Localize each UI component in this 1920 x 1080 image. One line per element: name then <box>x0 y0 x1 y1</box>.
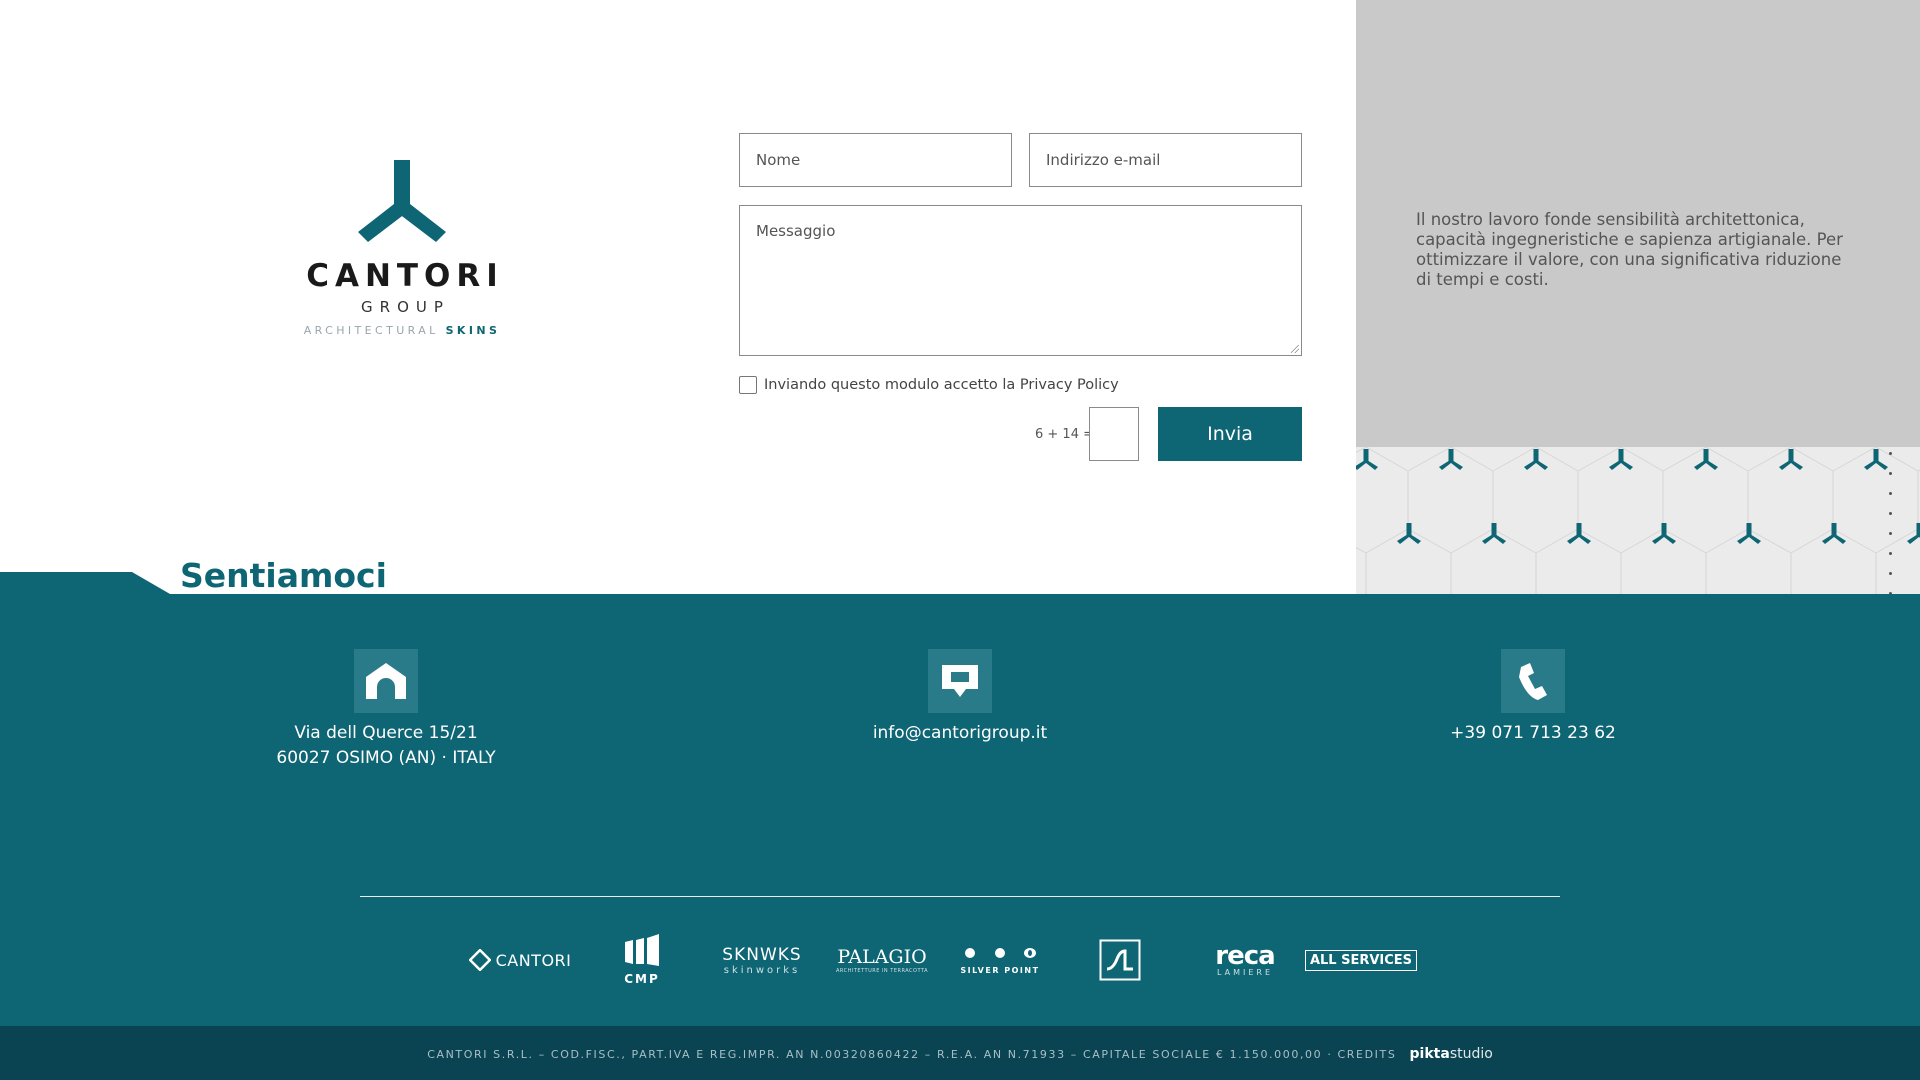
cmp-mark-icon <box>625 934 659 966</box>
message-textarea[interactable]: Messaggio <box>739 205 1302 356</box>
nav-dot[interactable] <box>1888 492 1892 495</box>
legal-bar: CANTORI S.R.L. – COD.FISC., PART.IVA E R… <box>0 1026 1920 1080</box>
silverpoint-dots-icon <box>965 947 1036 958</box>
credits-rest: studio <box>1449 1046 1493 1062</box>
brand-cantori[interactable]: CANTORI <box>460 928 580 992</box>
cantori-logo[interactable]: CANTORI GROUP ARCHITECTURAL SKINS <box>296 160 508 337</box>
phone-link[interactable]: +39 071 713 23 62 <box>1383 721 1683 746</box>
nav-dot[interactable] <box>1888 572 1892 575</box>
brand-cmp[interactable]: CMP <box>612 928 672 992</box>
home-icon <box>354 649 418 713</box>
privacy-consent: Inviando questo modulo accetto la Privac… <box>739 376 1119 394</box>
intro-text: Il nostro lavoro fonde sensibilità archi… <box>1416 210 1843 289</box>
decorative-pattern <box>1356 447 1920 594</box>
email-block: info@cantorigroup.it <box>810 649 1110 746</box>
nav-dot[interactable] <box>1888 532 1892 535</box>
heading-tab-shape <box>0 572 170 596</box>
brand-alusteel[interactable] <box>1098 928 1142 992</box>
nav-dot[interactable] <box>1888 552 1892 555</box>
privacy-checkbox[interactable] <box>739 376 757 394</box>
phone-block: +39 071 713 23 62 <box>1383 649 1683 746</box>
brand-cantori-label: CANTORI <box>495 950 572 970</box>
captcha-input[interactable] <box>1089 407 1139 461</box>
cantori-mark-icon <box>358 160 446 242</box>
name-input[interactable]: Nome <box>739 133 1012 187</box>
address-line-2: 60027 OSIMO (AN) · ITALY <box>276 748 496 768</box>
phone-icon <box>1501 649 1565 713</box>
nav-dot[interactable] <box>1888 452 1892 455</box>
pattern-line <box>1356 546 1367 554</box>
captcha-question: 6 + 14 = <box>1035 427 1094 442</box>
brand-reca-sub: LAMIERE <box>1216 967 1274 977</box>
nav-dot[interactable] <box>1888 512 1892 515</box>
email-link[interactable]: info@cantorigroup.it <box>810 721 1110 746</box>
email-input[interactable]: Indirizzo e-mail <box>1029 133 1302 187</box>
brand-palagio[interactable]: PALAGIO ARCHITETTURE IN TERRACOTTA <box>822 928 942 992</box>
brand-silverpoint[interactable]: SILVER POINT <box>956 928 1044 992</box>
diamond-icon <box>468 949 491 971</box>
brand-sknwks[interactable]: SKNWKS skinworks <box>712 928 812 992</box>
tagline-suffix: SKINS <box>445 324 501 337</box>
alusteel-mark-icon <box>1099 939 1141 981</box>
resize-grip-icon[interactable] <box>1291 345 1299 353</box>
submit-button[interactable]: Invia <box>1158 407 1302 461</box>
tagline-prefix: ARCHITECTURAL <box>303 324 439 337</box>
brand-silverpoint-label: SILVER POINT <box>960 965 1040 975</box>
address-line-1: Via dell Querce 15/21 <box>294 723 478 743</box>
chat-icon <box>928 649 992 713</box>
brand-reca-label: reca <box>1215 940 1275 971</box>
brand-allservices[interactable]: ALL SERVICES <box>1304 928 1418 992</box>
intro-panel: Il nostro lavoro fonde sensibilità archi… <box>1356 0 1920 447</box>
logo-group: GROUP <box>361 298 450 316</box>
brand-logos: CANTORI CMP SKNWKS skinworks PALAGIO ARC… <box>460 928 1460 992</box>
credits-link[interactable]: piktastudio <box>1410 1046 1493 1062</box>
brand-sknwks-sub: skinworks <box>723 964 801 976</box>
legal-line: CANTORI S.R.L. – COD.FISC., PART.IVA E R… <box>427 1048 1397 1061</box>
footer-divider <box>360 896 1560 897</box>
brand-cmp-label: CMP <box>624 972 660 986</box>
section-heading: Sentiamoci <box>180 556 387 595</box>
tripod-pattern-icon <box>1356 447 1920 594</box>
legal-text: CANTORI S.R.L. – COD.FISC., PART.IVA E R… <box>0 1046 1920 1062</box>
brand-palagio-label: PALAGIO <box>837 946 927 968</box>
brand-sknwks-label: SKNWKS <box>722 944 802 965</box>
logo-wordmark: CANTORI <box>306 258 504 294</box>
brand-reca[interactable]: reca LAMIERE <box>1200 928 1290 992</box>
contact-section: CANTORI GROUP ARCHITECTURAL SKINS Nome I… <box>0 0 1356 594</box>
message-placeholder: Messaggio <box>756 222 836 240</box>
logo-tagline: ARCHITECTURAL SKINS <box>296 324 508 337</box>
address-block: Via dell Querce 15/21 60027 OSIMO (AN) ·… <box>236 649 536 771</box>
nav-dot[interactable] <box>1888 472 1892 475</box>
brand-allservices-label: ALL SERVICES <box>1304 949 1418 971</box>
tripod-mark <box>1907 523 1920 544</box>
credits-bold: pikta <box>1409 1046 1450 1062</box>
brand-palagio-sub: ARCHITETTURE IN TERRACOTTA <box>835 968 929 974</box>
privacy-label[interactable]: Inviando questo modulo accetto la Privac… <box>764 377 1119 393</box>
